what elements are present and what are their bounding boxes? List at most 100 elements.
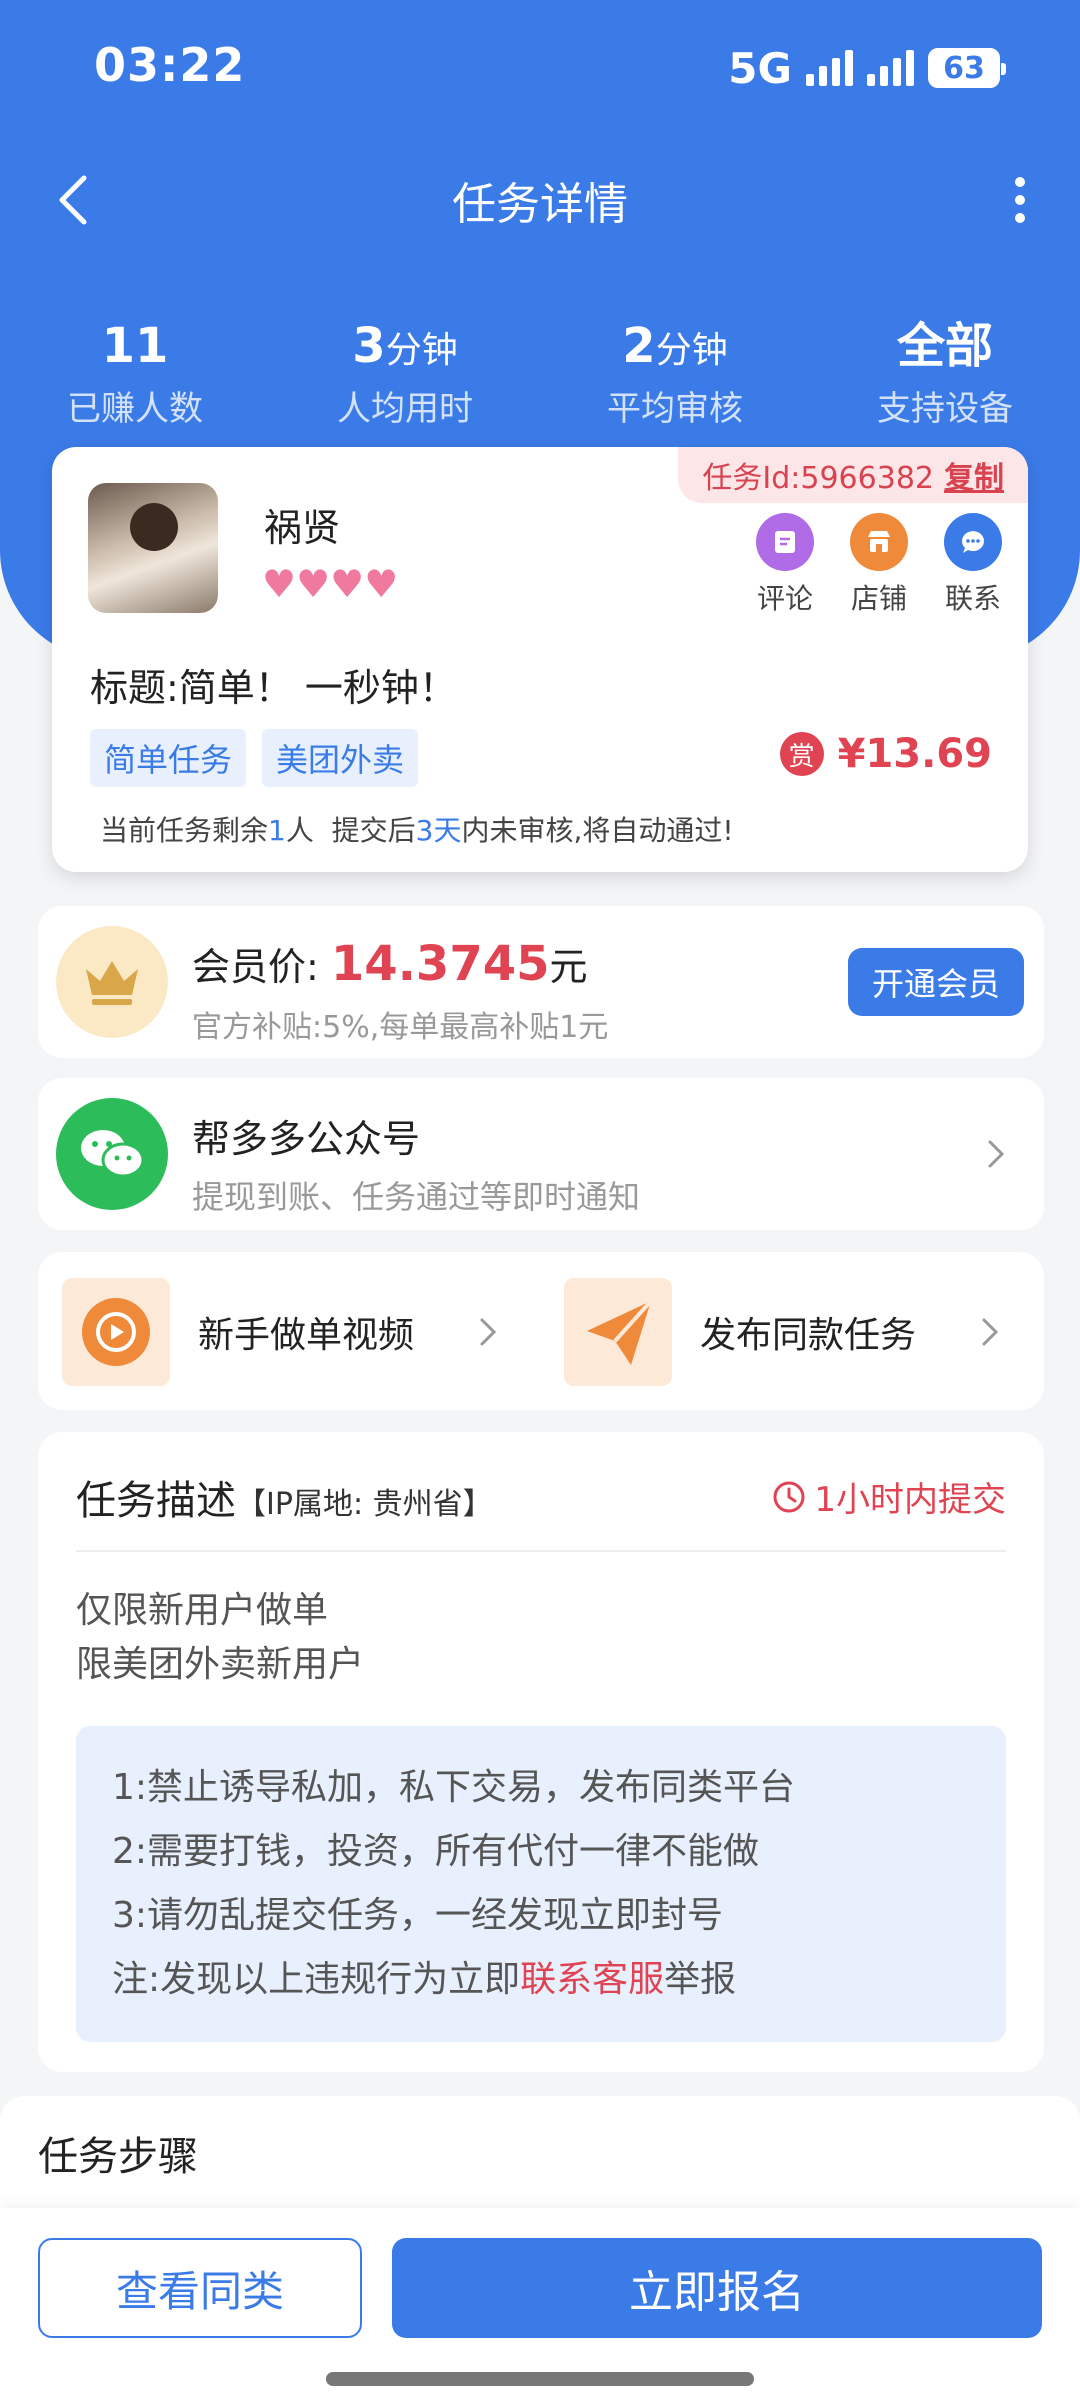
- contact-label: 联系: [944, 582, 1001, 615]
- publish-similar-label: 发布同款任务: [700, 1315, 917, 1356]
- rules-box: 1:禁止诱导私加，私下交易，发布同类平台 2:需要打钱，投资，所有代付一律不能做…: [76, 1726, 1006, 2042]
- publisher-actions: 评论 店铺 联系: [756, 513, 1002, 617]
- rule-note: 注:发现以上违规行为立即联系客服举报: [112, 1948, 970, 2012]
- stat-value: 3: [352, 318, 386, 374]
- battery-level: 63: [943, 50, 985, 86]
- vip-unit: 元: [549, 945, 588, 989]
- wechat-title: 帮多多公众号: [192, 1117, 421, 1161]
- send-icon: [564, 1278, 672, 1386]
- chevron-right-icon: [988, 1140, 1005, 1168]
- task-title: 标题:简单！ 一秒钟！: [90, 666, 457, 710]
- task-description-card: 任务描述【IP属地: 贵州省】 1小时内提交 仅限新用户做单 限美团外卖新用户 …: [38, 1432, 1044, 2072]
- remain-prefix: 当前任务剩余: [100, 814, 269, 847]
- description-line: 限美团外卖新用户: [76, 1644, 365, 1685]
- nav-bar: 任务详情: [0, 150, 1080, 250]
- stat-label: 平均审核: [607, 389, 743, 429]
- stat-label: 支持设备: [877, 389, 1013, 429]
- page-title: 任务详情: [452, 179, 628, 230]
- stat-label: 人均用时: [337, 389, 473, 429]
- open-vip-button[interactable]: 开通会员: [848, 948, 1024, 1016]
- chevron-right-icon: [982, 1318, 999, 1346]
- comment-icon: [756, 513, 814, 571]
- tutorial-video-label: 新手做单视频: [198, 1315, 415, 1356]
- description-title: 任务描述: [76, 1478, 236, 1524]
- task-tags: 简单任务 美团外卖: [90, 729, 419, 787]
- shop-button[interactable]: 店铺: [850, 513, 908, 617]
- stat-value: 全部: [896, 318, 993, 374]
- remain-mid: 人 提交后: [285, 814, 416, 847]
- tag: 简单任务: [90, 729, 247, 787]
- stat-value: 2: [622, 318, 656, 374]
- status-time: 03:22: [94, 38, 246, 92]
- contact-button[interactable]: 联系: [944, 513, 1002, 617]
- credit-hearts: ♥♥♥♥: [262, 565, 398, 603]
- wechat-subtitle: 提现到账、任务通过等即时通知: [192, 1178, 641, 1216]
- crown-icon: [56, 926, 168, 1038]
- clock-icon: [773, 1481, 805, 1512]
- remain-count: 1: [268, 814, 286, 847]
- signup-button[interactable]: 立即报名: [392, 2238, 1042, 2338]
- ip-location: 【IP属地: 贵州省】: [236, 1487, 493, 1522]
- shop-icon: [850, 513, 908, 571]
- stat-unit: 分钟: [385, 330, 458, 371]
- avatar[interactable]: [88, 483, 218, 613]
- network-type: 5G: [728, 43, 792, 93]
- copy-id-button[interactable]: 复制: [944, 453, 1004, 497]
- shop-label: 店铺: [850, 582, 907, 615]
- tag: 美团外卖: [262, 729, 419, 787]
- signal-icon: [806, 50, 853, 86]
- stat-avg-time: 3分钟 人均用时: [270, 318, 540, 430]
- view-similar-button[interactable]: 查看同类: [38, 2238, 362, 2338]
- task-remaining-note: 当前任务剩余1人 提交后3天内未审核,将自动通过!: [100, 809, 734, 849]
- rule-line: 3:请勿乱提交任务，一经发现立即封号: [112, 1895, 724, 1936]
- description-body: 仅限新用户做单 限美团外卖新用户: [76, 1584, 364, 1692]
- publish-similar-entry[interactable]: 发布同款任务: [564, 1278, 1004, 1386]
- divider: [76, 1550, 1006, 1552]
- signal-icon: [867, 50, 914, 86]
- tutorial-video-entry[interactable]: 新手做单视频: [62, 1278, 502, 1386]
- stat-earned: 11 已赚人数: [0, 318, 270, 430]
- stat-review-time: 2分钟 平均审核: [540, 318, 810, 430]
- status-indicators: 5G 63: [728, 43, 1006, 93]
- reward-amount: ¥13.69: [837, 731, 992, 777]
- chat-icon: [944, 513, 1002, 571]
- stat-label: 已赚人数: [67, 389, 203, 429]
- rule-note-prefix: 注:发现以上违规行为立即: [112, 1959, 521, 2000]
- comment-label: 评论: [756, 582, 813, 615]
- vip-label: 会员价:: [192, 945, 331, 989]
- description-line: 仅限新用户做单: [76, 1590, 329, 1631]
- contact-support-link[interactable]: 联系客服: [520, 1959, 664, 2000]
- wechat-icon: [56, 1098, 168, 1210]
- remain-days: 3天: [415, 814, 462, 847]
- stat-value: 11: [101, 318, 169, 374]
- steps-title: 任务步骤: [38, 2134, 198, 2180]
- stat-unit: 分钟: [655, 330, 728, 371]
- home-indicator[interactable]: [326, 2372, 754, 2386]
- rule-line: 2:需要打钱，投资，所有代付一律不能做: [112, 1831, 760, 1872]
- task-id-badge: 任务Id:5966382 复制: [678, 447, 1028, 503]
- credit-rating: ♥♥♥♥: [262, 562, 399, 606]
- task-id: 任务Id:5966382: [702, 461, 934, 496]
- task-reward: 赏 ¥13.69: [779, 731, 992, 777]
- status-bar: 03:22 5G 63: [0, 0, 1080, 140]
- reward-badge-icon: 赏: [779, 732, 824, 776]
- wechat-account-card[interactable]: 帮多多公众号 提现到账、任务通过等即时通知: [38, 1078, 1044, 1230]
- battery-icon: 63: [928, 48, 1006, 88]
- rule-line: 1:禁止诱导私加，私下交易，发布同类平台: [112, 1767, 796, 1808]
- more-icon[interactable]: [1000, 168, 1040, 232]
- description-header: 任务描述【IP属地: 贵州省】: [76, 1468, 493, 1526]
- rule-note-suffix: 举报: [664, 1959, 737, 2000]
- comment-button[interactable]: 评论: [756, 513, 814, 617]
- chevron-right-icon: [480, 1318, 497, 1346]
- publisher-name: 祸贤: [264, 506, 341, 550]
- remain-suffix: 内未审核,将自动通过!: [461, 814, 734, 847]
- vip-price: 14.3745: [330, 936, 550, 992]
- task-card: 任务Id:5966382 复制 祸贤 ♥♥♥♥ 评论 店铺 联系 标题:简单！ …: [52, 447, 1028, 872]
- app-root: 03:22 5G 63 任务详情 11 已赚人数 3分钟 人均用时 2分钟 平均…: [0, 0, 1080, 2400]
- stat-devices: 全部 支持设备: [810, 318, 1080, 430]
- deadline: 1小时内提交: [772, 1472, 1006, 1521]
- vip-subsidy-note: 官方补贴:5%,每单最高补贴1元: [192, 1010, 609, 1045]
- vip-card: 会员价: 14.3745元 官方补贴:5%,每单最高补贴1元 开通会员: [38, 906, 1044, 1058]
- play-icon: [62, 1278, 170, 1386]
- vip-price-line: 会员价: 14.3745元: [192, 936, 588, 992]
